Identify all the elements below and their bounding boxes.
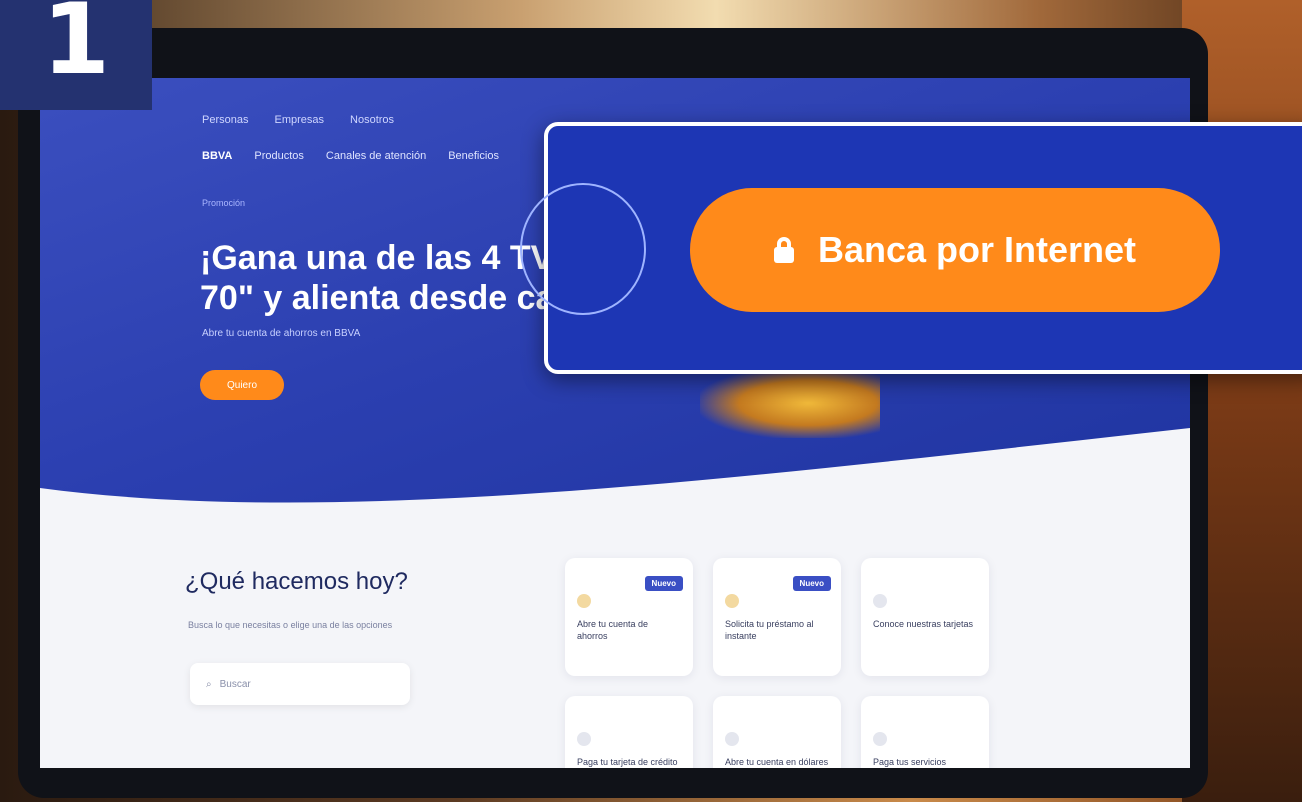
card-label: Conoce nuestras tarjetas <box>873 619 974 629</box>
main-nav: BBVA Productos Canales de atención Benef… <box>202 150 499 162</box>
quick-action-card[interactable]: Abre tu cuenta en dólares <box>713 696 841 768</box>
search-icon: ⌕ <box>206 678 212 690</box>
hero-cta-button[interactable]: Quiero <box>200 370 284 400</box>
card-icon <box>873 594 887 608</box>
quick-action-card[interactable]: Nuevo Abre tu cuenta de ahorros <box>565 558 693 676</box>
callout-ring <box>520 183 646 315</box>
utility-nav-empresas[interactable]: Empresas <box>274 114 324 126</box>
quick-action-card[interactable]: Paga tu tarjeta de crédito <box>565 696 693 768</box>
banca-por-internet-button[interactable]: Banca por Internet <box>690 188 1220 312</box>
search-placeholder: Buscar <box>219 678 251 690</box>
hero-eyebrow: Promoción <box>202 198 246 208</box>
new-badge: Nuevo <box>792 576 831 591</box>
hero-illustration <box>700 368 880 438</box>
utility-nav-personas[interactable]: Personas <box>202 114 248 126</box>
card-label: Paga tus servicios <box>873 757 947 767</box>
what-section-description: Busca lo que necesitas o elige una de la… <box>188 620 393 630</box>
quick-action-card[interactable]: Conoce nuestras tarjetas <box>861 558 989 676</box>
quick-action-card[interactable]: Paga tus servicios <box>861 696 989 768</box>
site-logo[interactable]: BBVA <box>202 150 232 162</box>
card-icon <box>577 594 591 608</box>
hero-subtitle: Abre tu cuenta de ahorros en BBVA <box>202 328 361 339</box>
card-icon <box>873 732 887 746</box>
card-icon <box>725 594 739 608</box>
nav-item-beneficios[interactable]: Beneficios <box>448 150 499 162</box>
card-label: Abre tu cuenta en dólares <box>725 757 829 767</box>
card-label: Abre tu cuenta de ahorros <box>577 619 649 641</box>
quick-action-card[interactable]: Nuevo Solicita tu préstamo al instante <box>713 558 841 676</box>
card-icon <box>577 732 591 746</box>
card-label: Paga tu tarjeta de crédito <box>577 757 678 767</box>
card-label: Solicita tu préstamo al instante <box>725 619 814 641</box>
lock-icon <box>773 237 794 263</box>
utility-nav: Personas Empresas Nosotros <box>202 114 394 126</box>
banca-button-label: Banca por Internet <box>817 229 1137 270</box>
nav-item-canales[interactable]: Canales de atención <box>326 150 426 162</box>
new-badge: Nuevo <box>644 576 683 591</box>
what-search-input[interactable]: ⌕ Buscar <box>190 663 410 705</box>
hero-wave <box>40 428 1190 558</box>
utility-nav-nosotros[interactable]: Nosotros <box>350 114 394 126</box>
what-section-title: ¿Qué hacemos hoy? <box>185 568 408 595</box>
step-number-badge: 1 <box>0 0 152 110</box>
nav-item-productos[interactable]: Productos <box>254 150 304 162</box>
card-icon <box>725 732 739 746</box>
step-number: 1 <box>41 0 111 97</box>
